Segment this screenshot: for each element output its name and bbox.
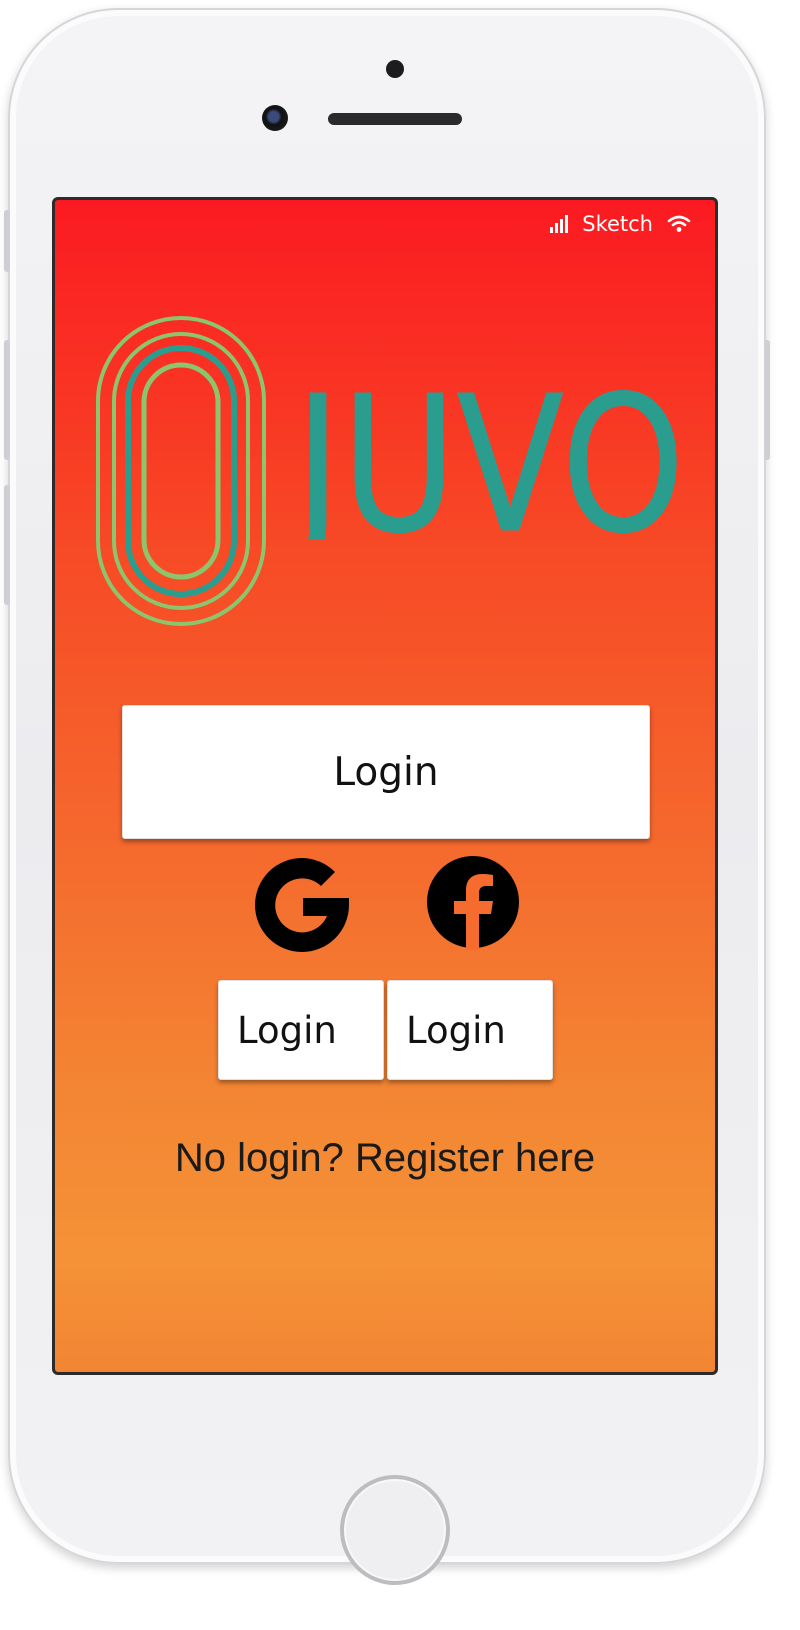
app-screen: Sketch JUVO Login Login Login No login? … xyxy=(52,197,718,1375)
brand-logo-text: JUVO xyxy=(295,390,686,540)
register-link[interactable]: No login? Register here xyxy=(55,1136,715,1181)
facebook-icon[interactable] xyxy=(425,854,521,950)
google-icon[interactable] xyxy=(251,854,353,956)
status-bar: Sketch xyxy=(550,212,691,236)
running-track-icon xyxy=(96,316,266,626)
mute-switch xyxy=(4,210,10,272)
wifi-icon xyxy=(667,215,691,232)
earpiece-speaker xyxy=(328,113,462,125)
facebook-login-label: Login xyxy=(406,1008,506,1052)
proximity-sensor xyxy=(386,60,404,78)
signal-bars-icon xyxy=(550,215,569,233)
brand-name: JUVO xyxy=(295,390,685,540)
carrier-label: Sketch xyxy=(582,212,653,236)
home-button[interactable] xyxy=(340,1475,450,1585)
login-button-label: Login xyxy=(333,749,439,795)
login-button[interactable]: Login xyxy=(122,705,650,839)
facebook-login-button[interactable]: Login xyxy=(387,980,553,1080)
volume-down-button xyxy=(4,485,10,605)
volume-up-button xyxy=(4,340,10,460)
google-login-button[interactable]: Login xyxy=(218,980,384,1080)
google-login-label: Login xyxy=(237,1008,337,1052)
camera-icon xyxy=(262,105,288,131)
power-button xyxy=(764,340,770,460)
